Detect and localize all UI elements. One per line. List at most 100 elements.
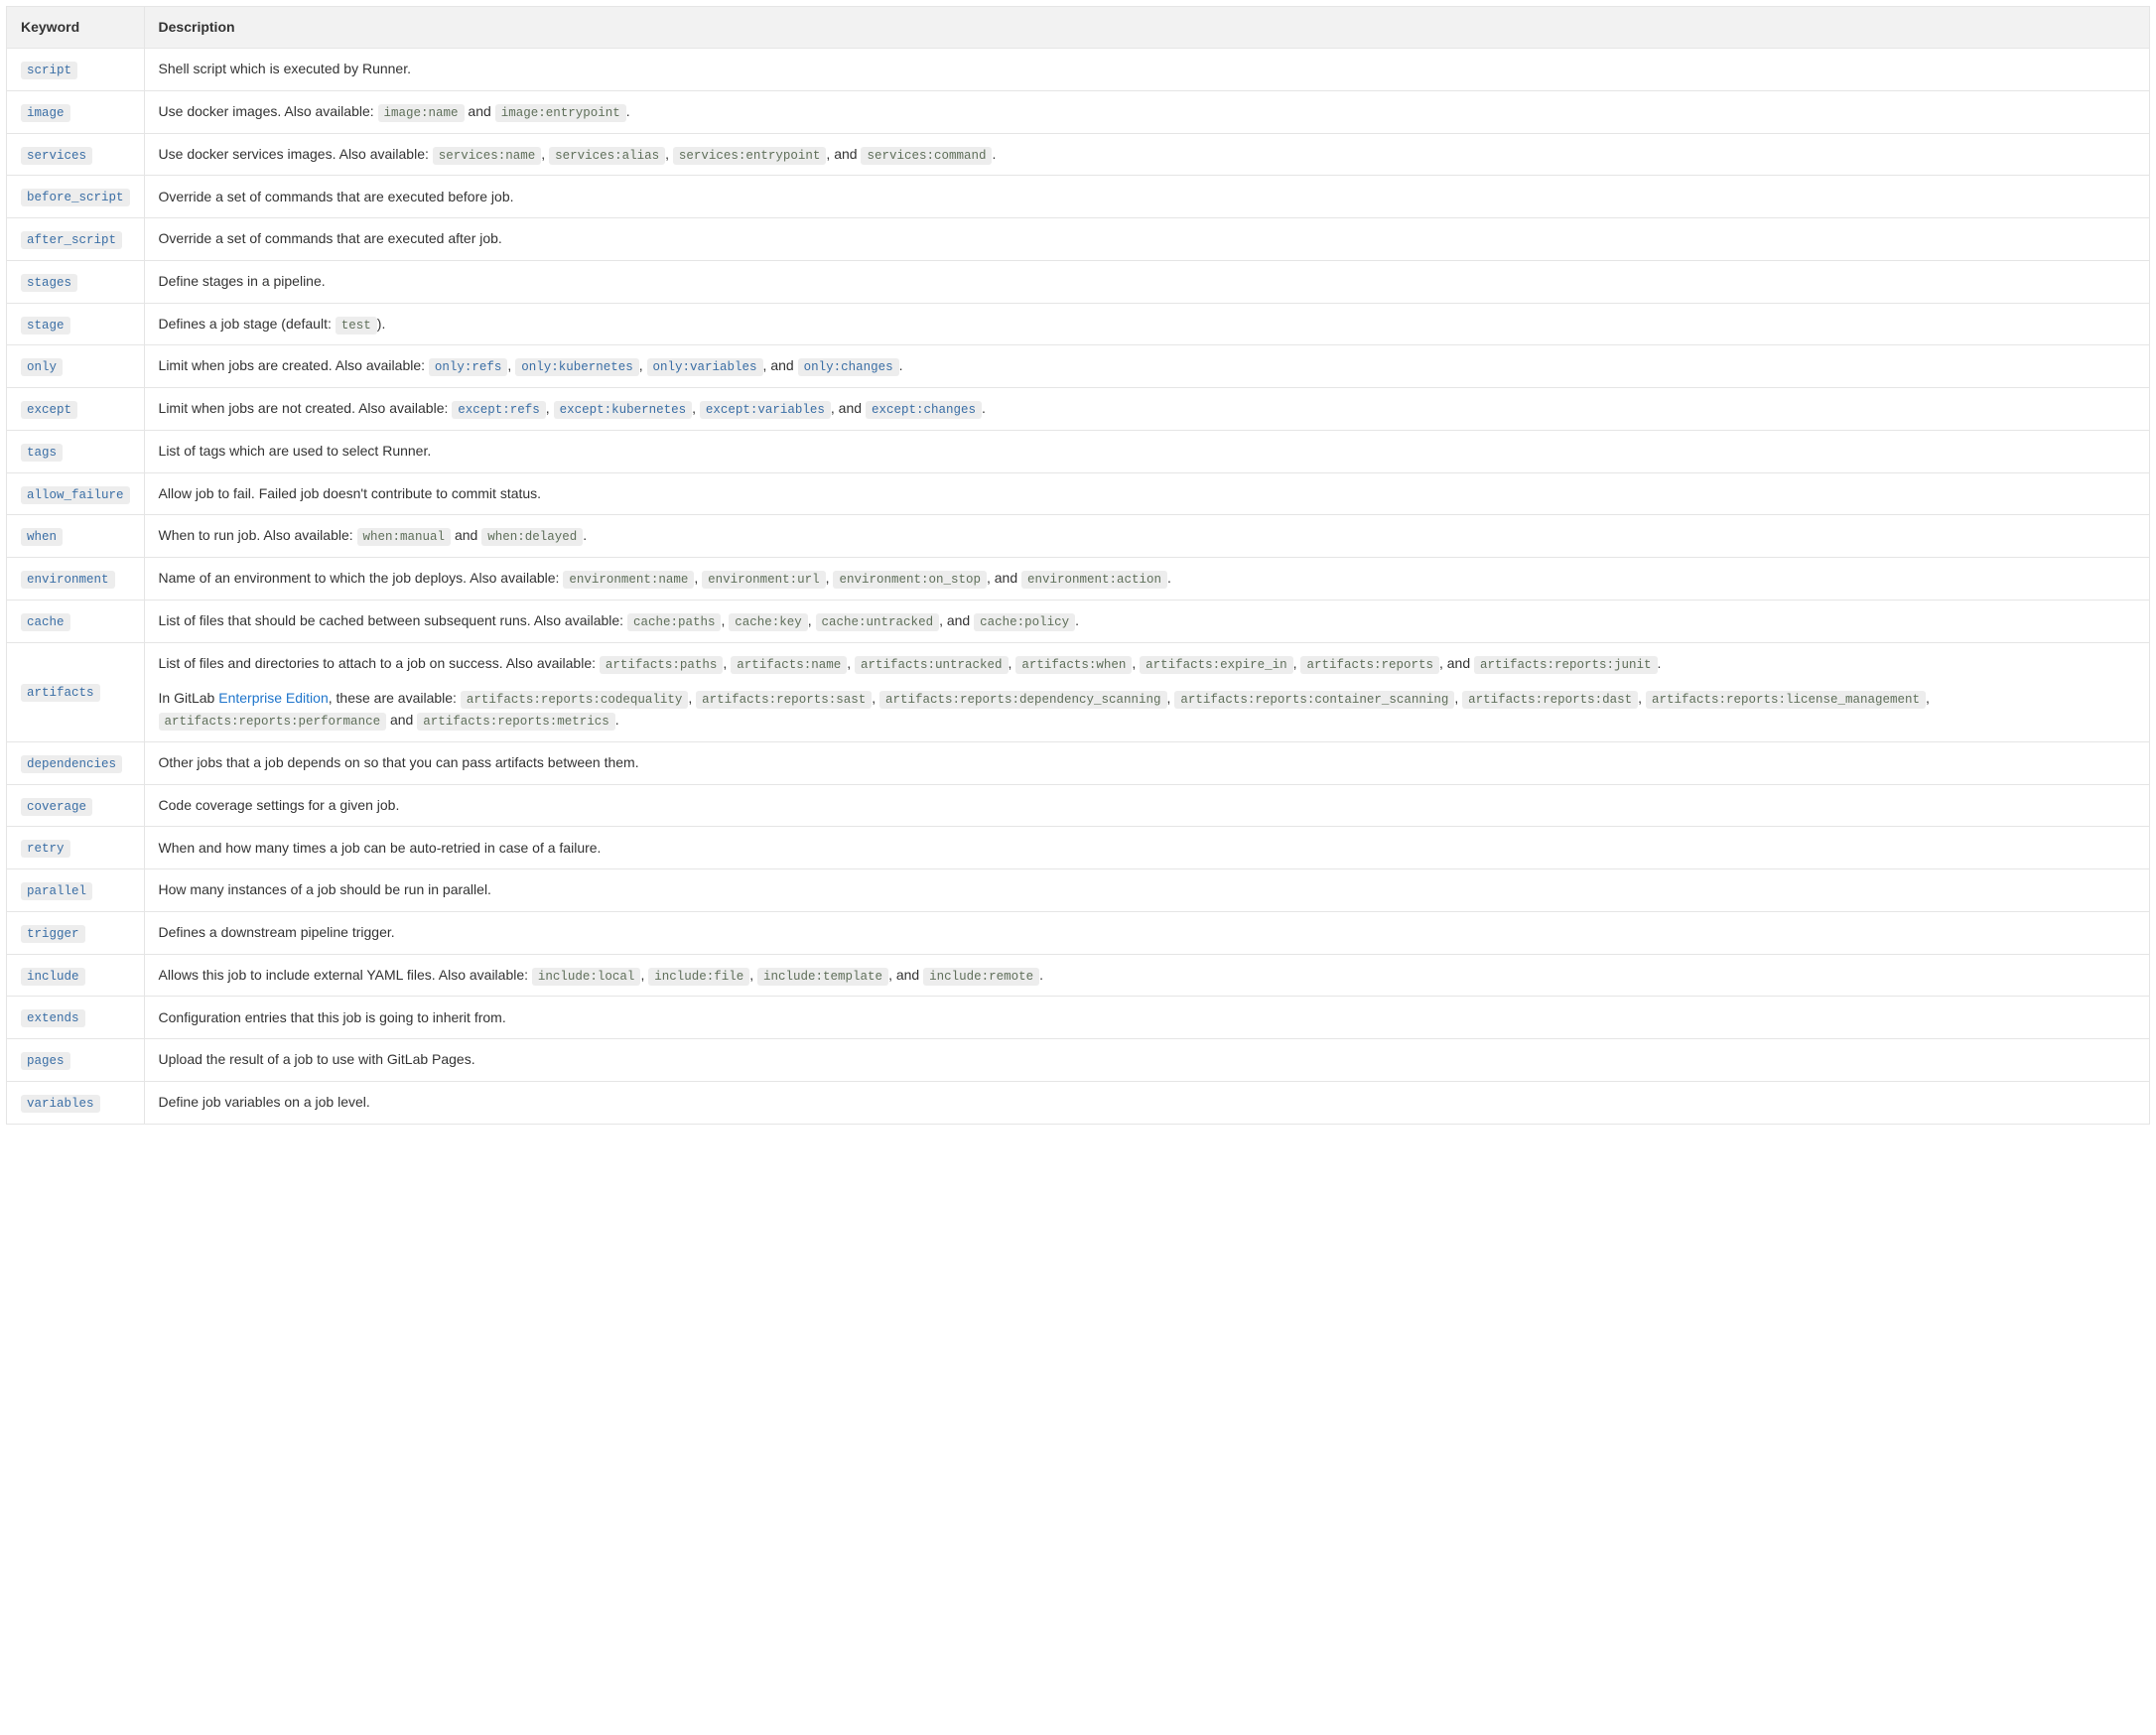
keyword-code[interactable]: stages [21, 274, 77, 292]
description-text: , [749, 967, 757, 983]
table-row: extendsConfiguration entries that this j… [7, 997, 2150, 1039]
description-text: , [546, 400, 554, 416]
keyword-code[interactable]: before_script [21, 189, 130, 206]
code-link[interactable]: except:refs [452, 401, 546, 419]
description-text: Use docker services images. Also availab… [159, 146, 433, 162]
code-literal: when:delayed [481, 528, 583, 546]
keyword-cell: when [7, 515, 145, 558]
keyword-code[interactable]: when [21, 528, 63, 546]
code-link[interactable]: only:variables [647, 358, 763, 376]
keyword-code[interactable]: cache [21, 613, 70, 631]
keyword-cell: trigger [7, 911, 145, 954]
table-row: triggerDefines a downstream pipeline tri… [7, 911, 2150, 954]
description-cell: List of tags which are used to select Ru… [144, 430, 2149, 472]
table-row: before_script Override a set of commands … [7, 176, 2150, 218]
description-text: , [1638, 690, 1646, 706]
code-link[interactable]: except:kubernetes [554, 401, 693, 419]
description-text: Defines a job stage (default: [159, 316, 336, 332]
inline-link[interactable]: Enterprise Edition [218, 690, 329, 706]
keyword-code[interactable]: image [21, 104, 70, 122]
keyword-cell: services [7, 133, 145, 176]
code-link[interactable]: only:refs [429, 358, 508, 376]
description-cell: Upload the result of a job to use with G… [144, 1039, 2149, 1082]
description-cell: Limit when jobs are not created. Also av… [144, 388, 2149, 431]
table-row: variables Define job variables on a job l… [7, 1081, 2150, 1124]
code-link[interactable]: only:kubernetes [515, 358, 639, 376]
keyword-code[interactable]: environment [21, 571, 115, 589]
keyword-cell: except [7, 388, 145, 431]
code-link[interactable]: except:variables [700, 401, 831, 419]
code-literal: artifacts:reports:container_scanning [1174, 691, 1454, 709]
description-paragraph: Define job variables on a job level. [159, 1092, 2135, 1113]
description-paragraph: Override a set of commands that are exec… [159, 228, 2135, 249]
description-text: , and [888, 967, 923, 983]
table-row: after_script Override a set of commands t… [7, 218, 2150, 261]
code-literal: services:entrypoint [673, 147, 827, 165]
keyword-code[interactable]: tags [21, 444, 63, 462]
keyword-code[interactable]: dependencies [21, 755, 122, 773]
description-cell: When to run job. Also available: when:ma… [144, 515, 2149, 558]
code-literal: include:local [532, 968, 641, 986]
description-cell: Other jobs that a job depends on so that… [144, 741, 2149, 784]
keyword-code[interactable]: include [21, 968, 85, 986]
description-text: List of files and directories to attach … [159, 655, 600, 671]
header-description: Description [144, 7, 2149, 49]
keyword-cell: stage [7, 303, 145, 345]
description-text: , [694, 570, 702, 586]
description-paragraph: Limit when jobs are created. Also availa… [159, 355, 2135, 377]
keyword-code[interactable]: script [21, 62, 77, 79]
description-paragraph: Other jobs that a job depends on so that… [159, 752, 2135, 773]
keyword-code[interactable]: services [21, 147, 92, 165]
keyword-code[interactable]: after_script [21, 231, 122, 249]
description-text: Override a set of commands that are exec… [159, 230, 502, 246]
description-text: Override a set of commands that are exec… [159, 189, 514, 204]
keyword-code[interactable]: retry [21, 840, 70, 858]
description-text: Define stages in a pipeline. [159, 273, 326, 289]
keyword-cell: only [7, 345, 145, 388]
description-text: . [992, 146, 996, 162]
description-text: When to run job. Also available: [159, 527, 357, 543]
keyword-code[interactable]: allow_failure [21, 486, 130, 504]
keyword-code[interactable]: stage [21, 317, 70, 334]
description-paragraph: Shell script which is executed by Runner… [159, 59, 2135, 79]
table-row: when When to run job. Also available: whe… [7, 515, 2150, 558]
code-literal: artifacts:reports:junit [1474, 656, 1658, 674]
description-paragraph: List of tags which are used to select Ru… [159, 441, 2135, 462]
code-literal: artifacts:expire_in [1140, 656, 1293, 674]
description-cell: Allows this job to include external YAML… [144, 954, 2149, 997]
keyword-code[interactable]: coverage [21, 798, 92, 816]
description-paragraph: Defines a job stage (default: test). [159, 314, 2135, 335]
keyword-code[interactable]: except [21, 401, 77, 419]
keyword-code[interactable]: extends [21, 1009, 85, 1027]
keywords-table: Keyword Description scriptShell script w… [6, 6, 2150, 1125]
description-text: , and [939, 612, 974, 628]
code-literal: cache:policy [974, 613, 1075, 631]
code-literal: include:file [648, 968, 749, 986]
keyword-cell: allow_failure [7, 472, 145, 515]
keyword-code[interactable]: pages [21, 1052, 70, 1070]
keyword-code[interactable]: parallel [21, 882, 92, 900]
keyword-code[interactable]: trigger [21, 925, 85, 943]
description-paragraph: Define stages in a pipeline. [159, 271, 2135, 292]
description-paragraph: Name of an environment to which the job … [159, 568, 2135, 590]
code-link[interactable]: except:changes [866, 401, 982, 419]
description-text: In GitLab [159, 690, 219, 706]
code-link[interactable]: only:changes [798, 358, 899, 376]
code-literal: artifacts:reports [1300, 656, 1439, 674]
description-text: . [1039, 967, 1043, 983]
description-cell: Defines a job stage (default: test). [144, 303, 2149, 345]
code-literal: artifacts:paths [600, 656, 724, 674]
description-text: , and [1439, 655, 1474, 671]
code-literal: artifacts:reports:performance [159, 713, 387, 731]
code-literal: services:command [861, 147, 992, 165]
description-text: Define job variables on a job level. [159, 1094, 370, 1110]
table-row: pages Upload the result of a job to use w… [7, 1039, 2150, 1082]
keyword-code[interactable]: variables [21, 1095, 100, 1113]
description-text: Allows this job to include external YAML… [159, 967, 532, 983]
keyword-code[interactable]: only [21, 358, 63, 376]
description-paragraph: In GitLab Enterprise Edition, these are … [159, 688, 2135, 732]
code-literal: environment:name [563, 571, 694, 589]
keyword-code[interactable]: artifacts [21, 684, 100, 702]
keyword-cell: cache [7, 600, 145, 642]
code-literal: when:manual [357, 528, 452, 546]
